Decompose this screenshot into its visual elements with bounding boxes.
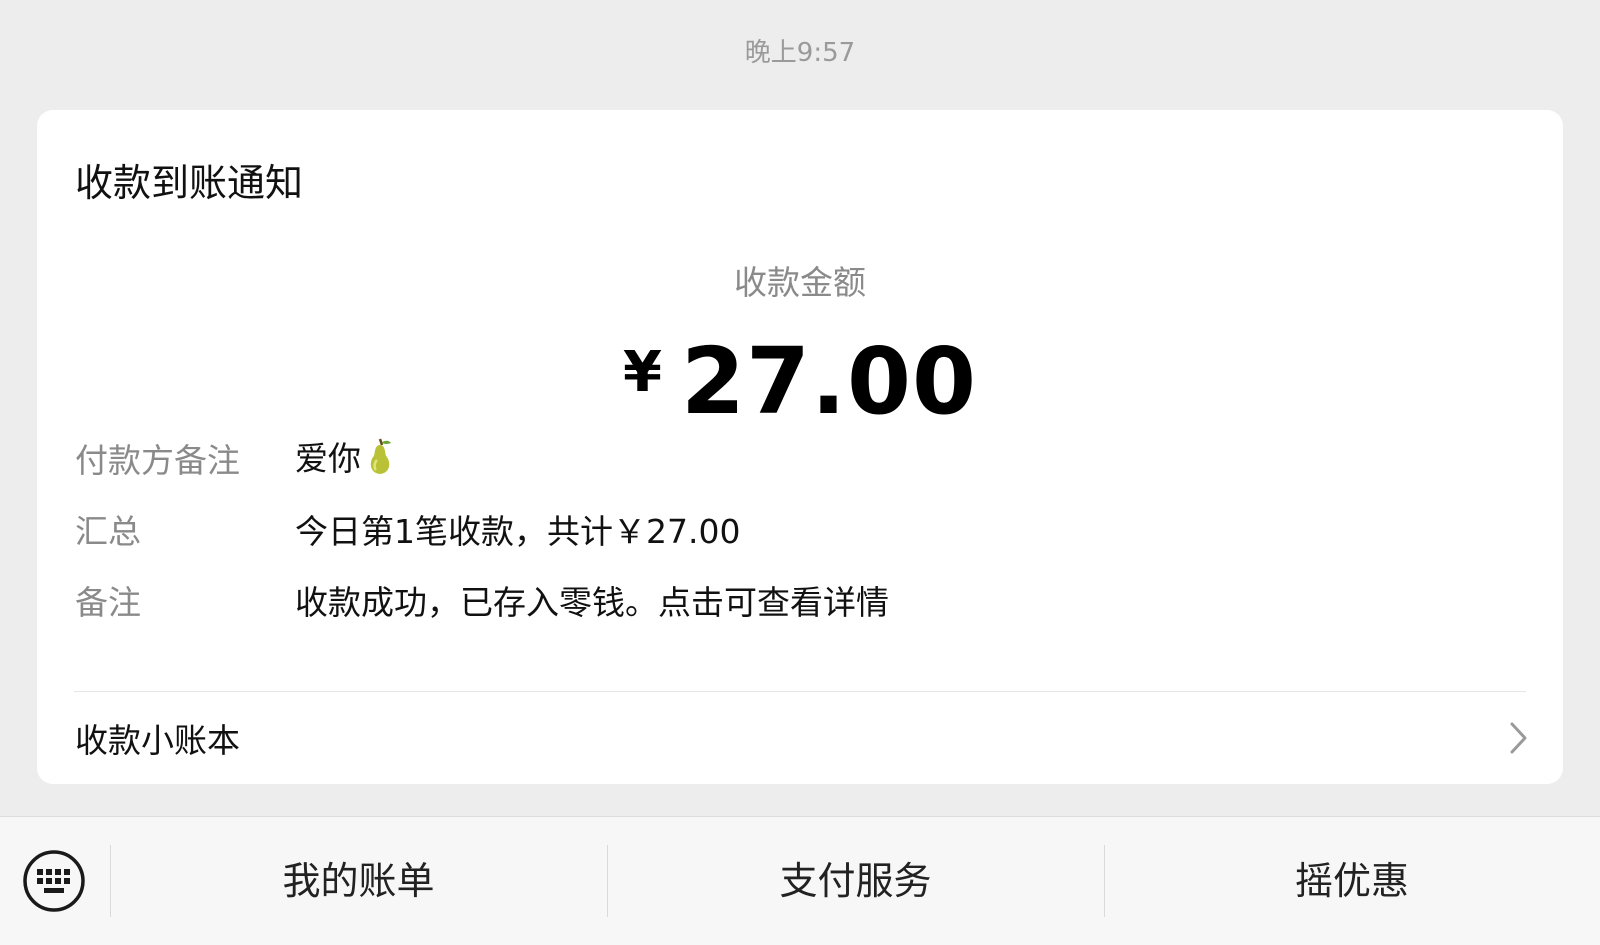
remark-value: 收款成功，已存入零钱。点击可查看详情 [295, 583, 889, 622]
payer-note-value: 爱你 [295, 432, 395, 485]
menu-payment-services[interactable]: 支付服务 [607, 817, 1104, 945]
summary-row: 汇总 今日第1笔收款，共计￥27.00 [75, 504, 740, 554]
receipt-ledger-link[interactable]: 收款小账本 [37, 692, 1563, 784]
remark-label: 备注 [75, 583, 141, 622]
keyboard-icon[interactable] [22, 849, 86, 913]
payer-note-label: 付款方备注 [75, 441, 240, 480]
summary-label: 汇总 [75, 512, 141, 551]
remark-row: 备注 收款成功，已存入零钱。点击可查看详情 [75, 575, 889, 625]
summary-value: 今日第1笔收款，共计￥27.00 [295, 512, 741, 551]
amount-label: 收款金额 [734, 263, 866, 302]
amount-display: ¥27.00 [37, 328, 1563, 435]
menu-my-bills[interactable]: 我的账单 [110, 817, 607, 945]
chevron-right-icon [1503, 720, 1533, 756]
amount-value: 27.00 [680, 328, 977, 435]
payer-note-text: 爱你 [295, 438, 361, 478]
menu-shake-offers[interactable]: 摇优惠 [1104, 817, 1600, 945]
payer-note-row: 付款方备注 爱你 [75, 433, 395, 483]
bottom-menu-bar: 我的账单 支付服务 摇优惠 [0, 816, 1600, 945]
message-timestamp: 晚上9:57 [744, 38, 856, 68]
currency-symbol: ¥ [623, 340, 663, 405]
payment-notification-card[interactable]: 收款到账通知 收款金额 ¥27.00 付款方备注 爱你 汇总 今日第1笔收款，共… [37, 110, 1563, 784]
receipt-ledger-label: 收款小账本 [75, 721, 240, 760]
card-title: 收款到账通知 [75, 161, 304, 205]
pear-icon [365, 436, 395, 484]
